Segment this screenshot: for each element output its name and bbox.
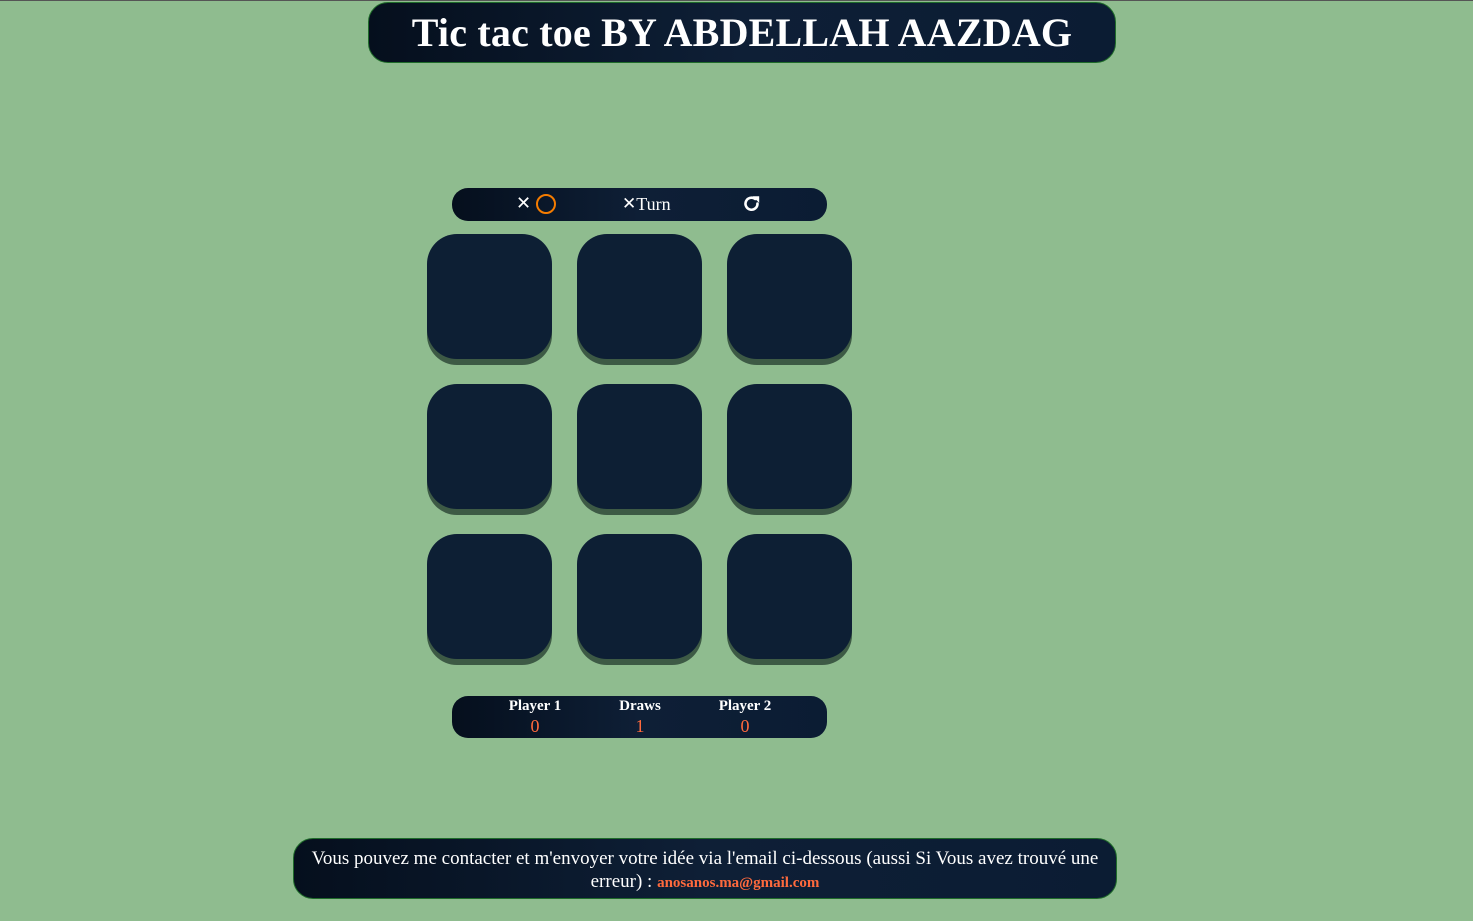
contact-footer: Vous pouvez me contacter et m'envoyer vo… xyxy=(293,838,1117,899)
game-control-bar: ✕ ✕ Turn xyxy=(452,188,827,221)
board-cell-5[interactable] xyxy=(577,384,702,509)
restart-icon xyxy=(744,196,760,212)
board-cell-1[interactable] xyxy=(427,234,552,359)
board-cell-9[interactable] xyxy=(727,534,852,659)
board-cell-7[interactable] xyxy=(427,534,552,659)
draws-label: Draws xyxy=(619,698,661,714)
scoreboard: Player 1 0 Draws 1 Player 2 0 xyxy=(452,696,827,738)
player2-label: Player 2 xyxy=(718,698,772,714)
draws-value: 1 xyxy=(635,716,645,736)
turn-indicator: ✕ Turn xyxy=(622,193,671,215)
board-cell-2[interactable] xyxy=(577,234,702,359)
draws-score: Draws 1 xyxy=(585,696,695,737)
board-cell-8[interactable] xyxy=(577,534,702,659)
player1-score: Player 1 0 xyxy=(480,696,590,737)
board-cell-6[interactable] xyxy=(727,384,852,509)
page-title: Tic tac toe BY ABDELLAH AAZDAG xyxy=(411,10,1073,55)
player-marks: ✕ xyxy=(516,193,557,215)
board-cell-3[interactable] xyxy=(727,234,852,359)
turn-x-icon: ✕ xyxy=(622,194,637,214)
player1-label: Player 1 xyxy=(508,698,562,714)
board-cell-4[interactable] xyxy=(427,384,552,509)
title-banner: Tic tac toe BY ABDELLAH AAZDAG xyxy=(368,2,1116,63)
o-mark-icon xyxy=(536,194,557,214)
player1-value: 0 xyxy=(530,716,540,736)
restart-button[interactable] xyxy=(740,193,764,215)
player2-score: Player 2 0 xyxy=(690,696,800,737)
turn-label: Turn xyxy=(636,193,671,214)
player2-value: 0 xyxy=(740,716,750,736)
x-mark-icon: ✕ xyxy=(516,193,532,214)
contact-email-link[interactable]: anosanos.ma@gmail.com xyxy=(657,875,819,891)
